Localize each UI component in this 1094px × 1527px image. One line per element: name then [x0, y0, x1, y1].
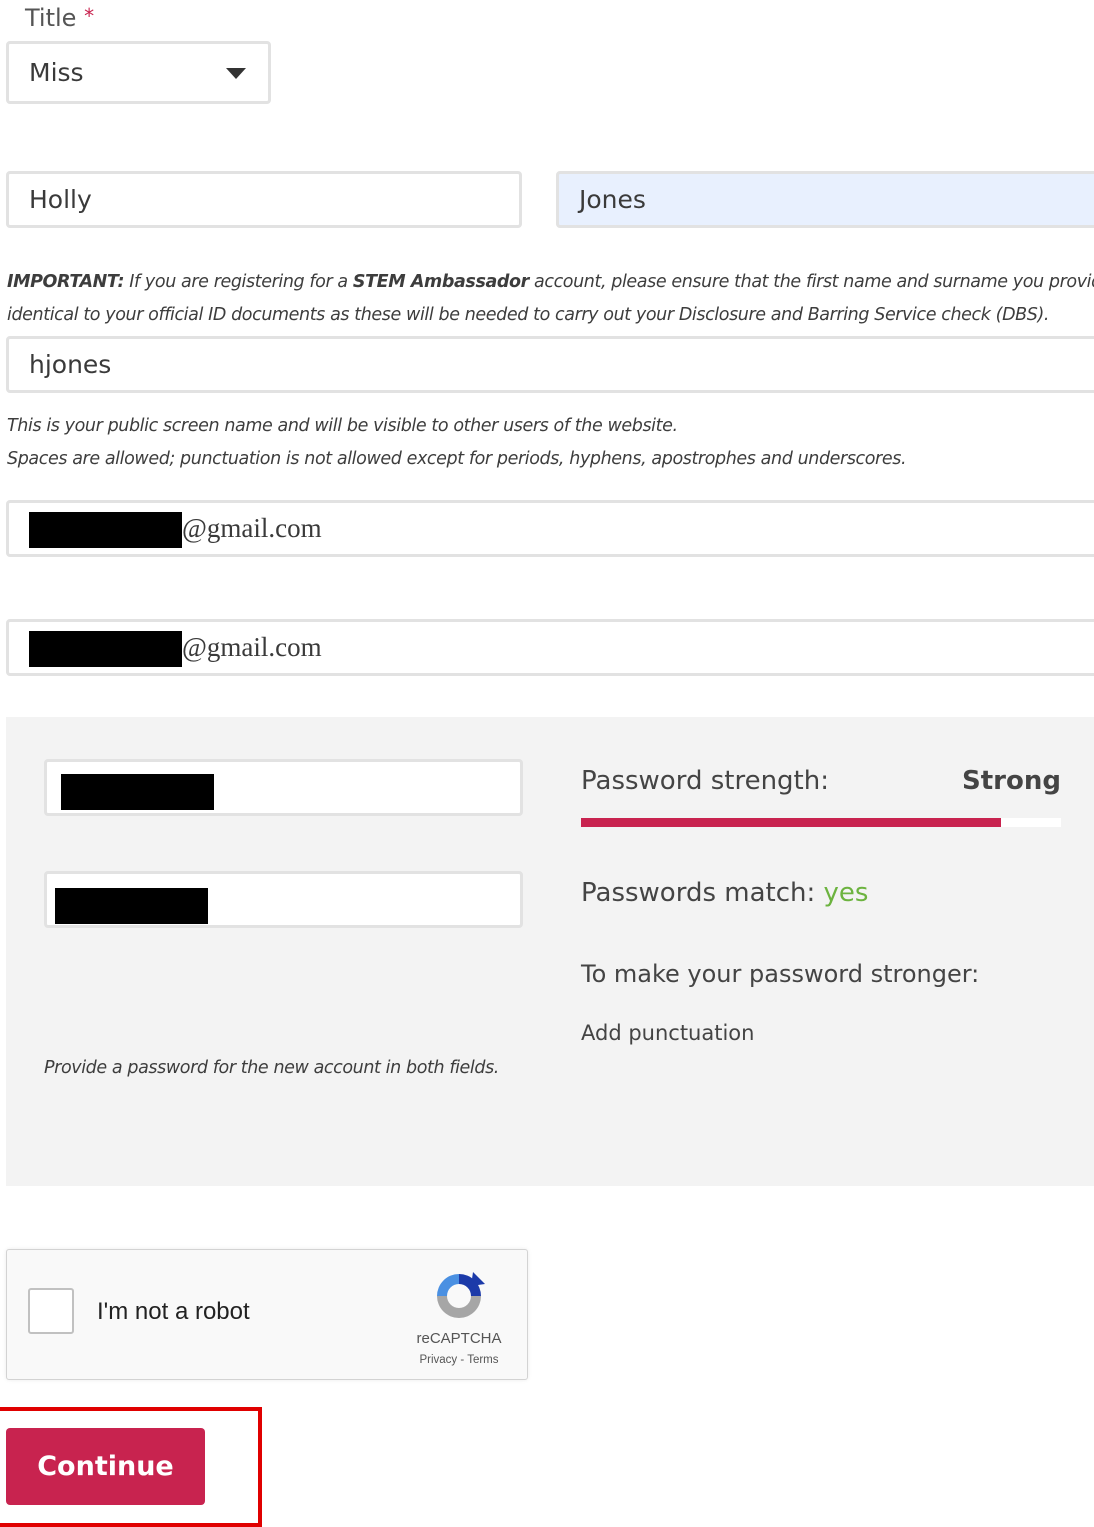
redaction-block — [55, 888, 208, 924]
required-mark: * — [84, 4, 95, 28]
recaptcha-checkbox[interactable] — [28, 1288, 74, 1334]
title-label: Title * — [25, 4, 94, 32]
passwords-match-value: yes — [823, 878, 869, 908]
last-name-value: Jones — [579, 185, 646, 214]
password-strength-track — [581, 818, 1061, 827]
screen-name-help-2: Spaces are allowed; punctuation is not a… — [7, 449, 907, 469]
title-select-value: Miss — [29, 58, 84, 87]
important-emphasis: STEM Ambassador — [352, 272, 529, 292]
important-note: IMPORTANT: If you are registering for a … — [7, 272, 1094, 292]
important-prefix: IMPORTANT: — [7, 272, 125, 292]
screen-name-help-1: This is your public screen name and will… — [7, 416, 678, 436]
password-tips-heading: To make your password stronger: — [581, 960, 980, 988]
redaction-block — [29, 512, 182, 548]
password-field[interactable] — [44, 759, 523, 816]
important-note-line2: identical to your official ID documents … — [7, 305, 1050, 325]
title-select[interactable]: Miss — [6, 41, 271, 104]
redaction-block — [61, 774, 214, 810]
password-strength-value: Strong — [962, 766, 1061, 796]
screen-name-field[interactable]: hjones — [6, 336, 1094, 393]
redaction-block — [29, 631, 182, 667]
passwords-match-label: Passwords match: — [581, 878, 816, 908]
email-confirm-field[interactable]: @gmail.com — [6, 619, 1094, 676]
important-part1: If you are registering for a — [124, 272, 353, 292]
title-label-text: Title — [25, 4, 77, 32]
first-name-field[interactable]: Holly — [6, 171, 522, 228]
email-confirm-suffix: @gmail.com — [182, 632, 322, 662]
recaptcha-label: I'm not a robot — [97, 1298, 250, 1325]
chevron-down-icon — [226, 68, 246, 79]
recaptcha-widget: I'm not a robot reCAPTCHA Privacy - Term… — [6, 1249, 528, 1380]
recaptcha-link-separator: - — [457, 1354, 468, 1366]
email-suffix: @gmail.com — [182, 513, 322, 543]
first-name-value: Holly — [29, 185, 92, 214]
recaptcha-links: Privacy - Terms — [411, 1354, 507, 1366]
last-name-field[interactable]: Jones — [556, 171, 1094, 228]
important-part2: account, please ensure that the first na… — [528, 272, 1094, 292]
password-tip-item: Add punctuation — [581, 1021, 755, 1045]
screen-name-value: hjones — [29, 350, 112, 379]
password-strength-label: Password strength: — [581, 766, 829, 796]
recaptcha-logo-icon — [437, 1272, 485, 1318]
recaptcha-privacy-link[interactable]: Privacy — [419, 1354, 457, 1366]
continue-button[interactable]: Continue — [6, 1428, 205, 1505]
password-panel: Provide a password for the new account i… — [6, 717, 1094, 1186]
password-confirm-field[interactable] — [44, 871, 523, 928]
passwords-match: Passwords match: yes — [581, 878, 868, 908]
recaptcha-brand: reCAPTCHA — [416, 1330, 502, 1347]
continue-button-label: Continue — [37, 1451, 174, 1482]
recaptcha-terms-link[interactable]: Terms — [467, 1354, 498, 1366]
password-strength-bar — [581, 818, 1001, 827]
email-field[interactable]: @gmail.com — [6, 500, 1094, 557]
password-help: Provide a password for the new account i… — [44, 1058, 499, 1078]
